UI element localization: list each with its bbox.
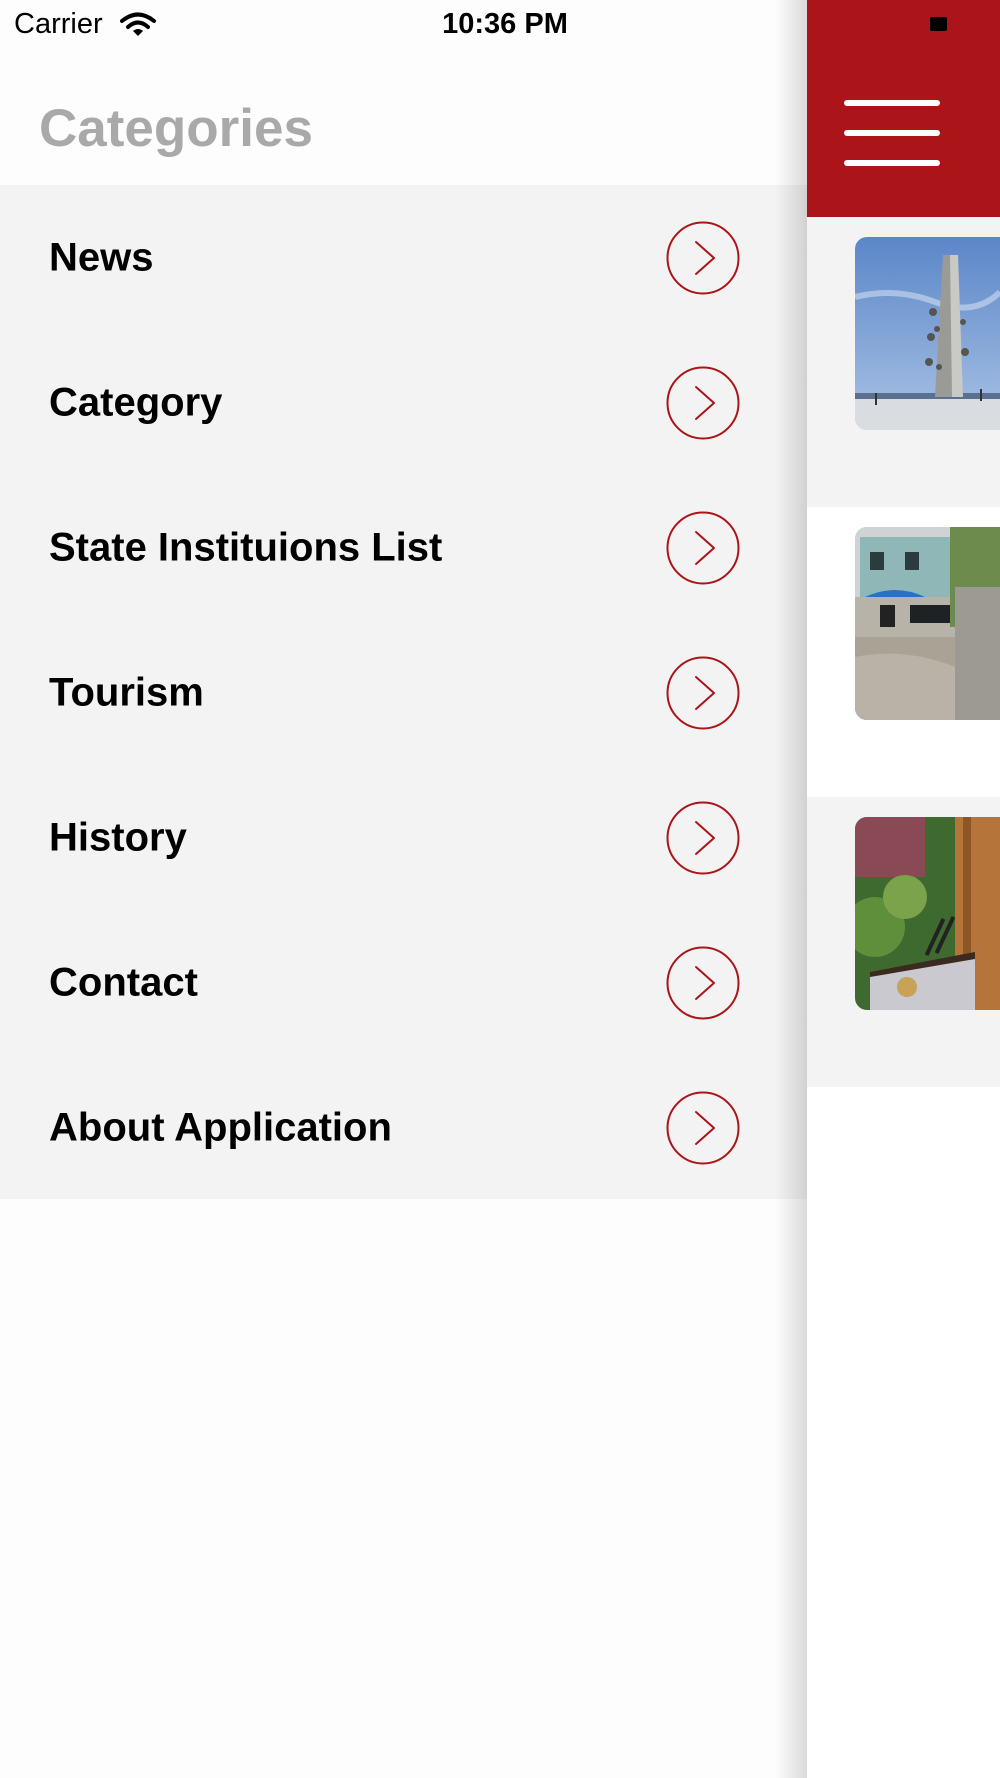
menu-item-about-application[interactable]: About Application bbox=[0, 1055, 807, 1200]
status-time: 10:36 PM bbox=[442, 8, 568, 40]
chevron-right-circle-icon[interactable] bbox=[666, 221, 740, 295]
chevron-right-circle-icon[interactable] bbox=[666, 946, 740, 1020]
menu-item-label: About Application bbox=[49, 1105, 392, 1149]
menu-item-label: Tourism bbox=[49, 670, 204, 714]
menu-item-label: News bbox=[49, 235, 154, 279]
news-thumbnail[interactable] bbox=[855, 237, 1000, 430]
menu-item-category[interactable]: Category bbox=[0, 330, 807, 475]
chevron-right-circle-icon[interactable] bbox=[666, 656, 740, 730]
menu-item-label: Contact bbox=[49, 960, 198, 1004]
chevron-right-circle-icon[interactable] bbox=[666, 366, 740, 440]
menu-item-news[interactable]: News bbox=[0, 185, 807, 330]
main-content-panel bbox=[807, 0, 1000, 1778]
menu-item-state-institutions[interactable]: State Instituions List bbox=[0, 475, 807, 620]
menu-item-history[interactable]: History bbox=[0, 765, 807, 910]
menu-item-label: History bbox=[49, 815, 187, 859]
battery-icon bbox=[925, 12, 979, 36]
news-card[interactable] bbox=[807, 797, 1000, 1087]
news-thumbnail[interactable] bbox=[855, 527, 1000, 720]
menu-item-contact[interactable]: Contact bbox=[0, 910, 807, 1055]
status-bar: Carrier 10:36 PM bbox=[0, 0, 1000, 50]
chevron-right-circle-icon[interactable] bbox=[666, 511, 740, 585]
menu-item-label: State Instituions List bbox=[49, 525, 443, 569]
drawer-title: Categories bbox=[39, 99, 313, 158]
menu-item-tourism[interactable]: Tourism bbox=[0, 620, 807, 765]
news-card[interactable] bbox=[807, 217, 1000, 507]
hamburger-icon[interactable] bbox=[844, 100, 940, 166]
category-menu-list: News Category State Instituions List Tou… bbox=[0, 185, 807, 1199]
news-thumbnail[interactable] bbox=[855, 817, 1000, 1010]
news-card[interactable] bbox=[807, 507, 1000, 797]
side-drawer: Categories News Category State Instituio… bbox=[0, 0, 807, 1778]
chevron-right-circle-icon[interactable] bbox=[666, 1091, 740, 1165]
chevron-right-circle-icon[interactable] bbox=[666, 801, 740, 875]
menu-item-label: Category bbox=[49, 380, 223, 424]
